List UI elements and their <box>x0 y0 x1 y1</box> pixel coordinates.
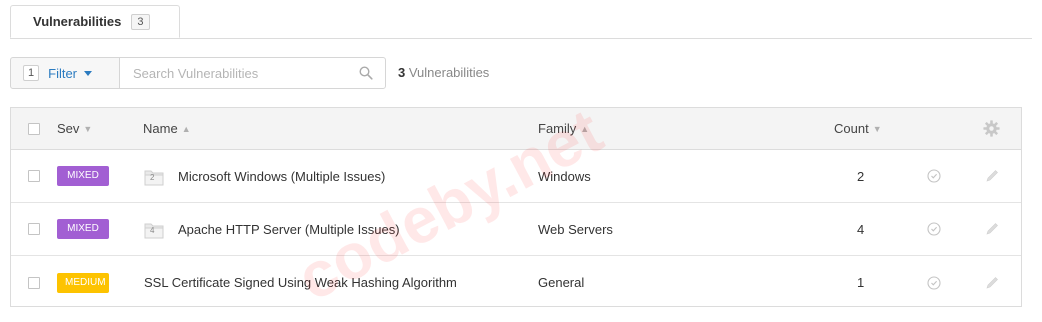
gear-icon[interactable] <box>983 120 1000 137</box>
sort-down-icon: ▼ <box>83 123 93 134</box>
severity-badge: MEDIUM <box>57 272 109 293</box>
vulnerabilities-table: Sev ▼ Name ▲ Family ▲ Count ▼ MIXED 2 Mi… <box>10 107 1022 307</box>
clock-icon[interactable] <box>927 169 941 183</box>
column-header-name[interactable]: Name ▲ <box>143 108 191 149</box>
tab-count-badge: 3 <box>131 13 150 30</box>
search-input[interactable] <box>120 58 350 88</box>
column-label: Name <box>143 121 178 136</box>
group-count: 2 <box>150 173 155 182</box>
column-label: Count <box>834 121 869 136</box>
filter-count-badge: 1 <box>23 65 40 81</box>
count-text: 1 <box>857 275 865 290</box>
column-header-sev[interactable]: Sev ▼ <box>57 108 92 149</box>
clock-icon[interactable] <box>927 275 941 290</box>
family-text: Web Servers <box>538 221 613 237</box>
pencil-icon[interactable] <box>985 222 999 236</box>
clock-icon[interactable] <box>927 222 941 236</box>
family-text: General <box>538 275 585 290</box>
row-checkbox[interactable] <box>28 223 40 235</box>
sort-up-icon: ▲ <box>580 123 590 134</box>
vulnerability-name: Apache HTTP Server (Multiple Issues) <box>178 221 400 237</box>
row-checkbox[interactable] <box>28 276 40 289</box>
column-label: Sev <box>57 121 80 136</box>
pencil-icon[interactable] <box>985 169 999 183</box>
group-count: 4 <box>150 226 155 235</box>
column-header-family[interactable]: Family ▲ <box>538 108 589 149</box>
search-box <box>119 57 386 89</box>
select-all-checkbox[interactable] <box>28 122 40 135</box>
row-checkbox[interactable] <box>28 170 40 182</box>
column-header-count[interactable]: Count ▼ <box>834 108 882 149</box>
sort-down-icon: ▼ <box>872 123 882 134</box>
results-count: 3 <box>398 65 406 80</box>
filter-label: Filter <box>48 65 78 81</box>
table-row[interactable]: MIXED 2 Microsoft Windows (Multiple Issu… <box>11 150 1021 203</box>
family-text: Windows <box>538 168 591 184</box>
sort-up-icon: ▲ <box>181 123 191 134</box>
search-icon[interactable] <box>359 66 373 85</box>
column-settings[interactable] <box>983 108 1000 149</box>
table-header: Sev ▼ Name ▲ Family ▲ Count ▼ <box>11 108 1021 150</box>
tab-label: Vulnerabilities <box>33 14 122 29</box>
severity-badge: MIXED <box>57 166 109 186</box>
severity-badge: MIXED <box>57 219 109 239</box>
filter-button[interactable]: 1 Filter <box>10 57 120 89</box>
count-text: 2 <box>857 168 865 184</box>
count-text: 4 <box>857 221 865 237</box>
results-label: Vulnerabilities <box>408 65 490 80</box>
column-label: Family <box>538 121 577 136</box>
folder-icon: 2 <box>144 165 164 187</box>
tab-vulnerabilities[interactable]: Vulnerabilities 3 <box>10 5 180 38</box>
table-row[interactable]: MIXED 4 Apache HTTP Server (Multiple Iss… <box>11 203 1021 256</box>
caret-down-icon <box>84 70 93 76</box>
vulnerability-name: Microsoft Windows (Multiple Issues) <box>178 168 386 184</box>
pencil-icon[interactable] <box>985 276 999 290</box>
tab-bar: Vulnerabilities 3 <box>10 5 1032 39</box>
table-row[interactable]: MEDIUM SSL Certificate Signed Using Weak… <box>11 256 1021 309</box>
select-all-cell <box>28 108 40 149</box>
folder-icon: 4 <box>144 218 164 240</box>
results-summary: 3 Vulnerabilities <box>398 65 489 80</box>
vulnerability-name: SSL Certificate Signed Using Weak Hashin… <box>144 275 457 290</box>
